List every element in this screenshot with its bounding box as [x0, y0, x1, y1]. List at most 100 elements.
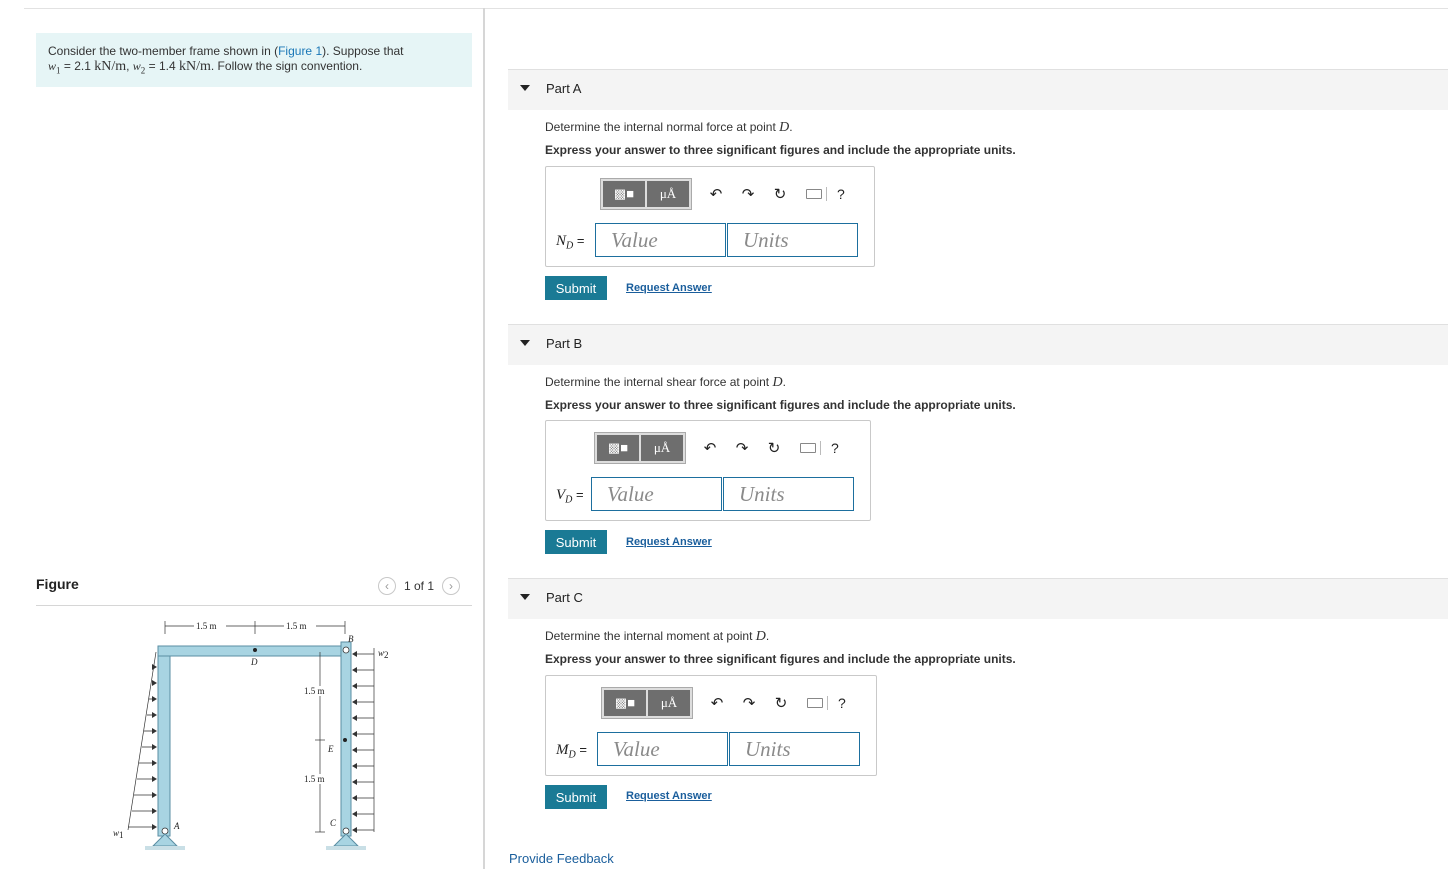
part-c-units-input[interactable]: Units	[729, 732, 860, 766]
help-icon[interactable]: ?	[838, 695, 846, 711]
collapse-triangle-icon[interactable]	[520, 85, 530, 91]
problem-intro: Consider the two-member frame shown in (	[48, 44, 279, 58]
part-b-question-var: D	[772, 375, 783, 390]
separator: ,	[126, 59, 133, 73]
part-c-submit-button[interactable]: Submit	[545, 785, 607, 809]
part-c-toolbar: ▩■ μÅ ↶ ↷ ↻ ?	[601, 687, 846, 719]
part-b-question-end: .	[782, 375, 786, 389]
w2-symbol: w	[132, 59, 141, 73]
reset-icon[interactable]: ↻	[772, 186, 788, 203]
part-a-question: Determine the internal normal force at p…	[545, 120, 793, 136]
toolbar-separator	[827, 696, 828, 710]
part-c-question-text: Determine the internal moment at point	[545, 629, 756, 643]
keyboard-icon[interactable]	[800, 443, 816, 453]
part-b-toolbar: ▩■ μÅ ↶ ↷ ↻ ?	[594, 432, 839, 464]
part-b-answer-box: ▩■ μÅ ↶ ↷ ↻ ? VD = Value Units	[545, 420, 871, 521]
w1-value: = 2.1	[60, 59, 95, 73]
var-subscript: D	[568, 749, 576, 761]
part-c-question-end: .	[765, 629, 770, 643]
provide-feedback-link[interactable]: Provide Feedback	[509, 851, 614, 866]
redo-icon[interactable]: ↷	[740, 186, 756, 203]
toolbar-group: ▩■ μÅ	[594, 432, 686, 464]
redo-icon[interactable]: ↷	[741, 695, 757, 712]
problem-intro-end: ). Suppose that	[322, 44, 404, 58]
units-button-label: μÅ	[660, 695, 678, 710]
units-button-label: μÅ	[653, 440, 671, 455]
undo-icon[interactable]: ↶	[709, 695, 725, 712]
pane-divider[interactable]	[483, 8, 485, 869]
point-e-label: E	[327, 744, 334, 754]
var-symbol: M	[556, 742, 569, 758]
point-c-label: C	[330, 818, 337, 828]
collapse-triangle-icon[interactable]	[520, 594, 530, 600]
part-a-question-end: .	[789, 120, 793, 134]
units-button-label: μÅ	[659, 186, 677, 201]
part-a-question-text: Determine the internal normal force at p…	[545, 120, 780, 134]
part-a-submit-button[interactable]: Submit	[545, 276, 607, 300]
part-a-question-var: D	[779, 120, 790, 135]
keyboard-icon[interactable]	[806, 189, 822, 199]
part-b-header[interactable]: Part B	[508, 324, 1448, 365]
w2-sub-label: 2	[384, 650, 389, 660]
reset-icon[interactable]: ↻	[766, 440, 782, 457]
help-icon[interactable]: ?	[837, 186, 845, 202]
units-icon[interactable]: μÅ	[647, 181, 689, 207]
keyboard-icon[interactable]	[807, 698, 823, 708]
toolbar-separator	[820, 441, 821, 455]
part-c-title: Part C	[546, 590, 583, 605]
top-divider	[24, 8, 1448, 9]
chevron-left-icon[interactable]: ‹	[378, 577, 396, 595]
reset-icon[interactable]: ↻	[773, 695, 789, 712]
help-icon[interactable]: ?	[831, 440, 839, 456]
part-b-submit-button[interactable]: Submit	[545, 530, 607, 554]
templates-icon[interactable]: ▩■	[603, 181, 645, 207]
part-a-answer-box: ▩■ μÅ ↶ ↷ ↻ ? ND = Value Units	[545, 166, 875, 267]
part-c-question: Determine the internal moment at point D…	[545, 629, 769, 645]
part-b-units-input[interactable]: Units	[723, 477, 854, 511]
undo-icon[interactable]: ↶	[708, 186, 724, 203]
problem-statement: Consider the two-member frame shown in (…	[36, 33, 472, 87]
figure-page-count: 1 of 1	[404, 579, 435, 593]
part-c-value-input[interactable]: Value	[597, 732, 728, 766]
chevron-right-icon[interactable]: ›	[442, 577, 461, 595]
collapse-triangle-icon[interactable]	[520, 340, 530, 346]
part-b-title: Part B	[546, 336, 583, 351]
part-b-request-answer-link[interactable]: Request Answer	[626, 536, 712, 548]
part-b-question-text: Determine the internal shear force at po…	[545, 375, 773, 389]
undo-icon[interactable]: ↶	[702, 440, 718, 457]
part-c-header[interactable]: Part C	[508, 578, 1448, 619]
dim-left-label: 1.5 m	[196, 621, 217, 631]
figure-divider	[36, 605, 472, 606]
part-a-instruction: Express your answer to three significant…	[545, 143, 1016, 157]
figure-link[interactable]: Figure 1	[278, 44, 322, 58]
part-a-request-answer-link[interactable]: Request Answer	[626, 282, 712, 294]
toolbar-group: ▩■ μÅ	[601, 687, 693, 719]
redo-icon[interactable]: ↷	[734, 440, 750, 457]
part-b-variable-label: VD =	[556, 487, 584, 506]
part-a-units-input[interactable]: Units	[727, 223, 858, 257]
part-b-question: Determine the internal shear force at po…	[545, 375, 786, 391]
equals-sign: =	[573, 233, 585, 248]
problem-follow: . Follow the sign convention.	[210, 59, 363, 73]
part-c-instruction: Express your answer to three significant…	[545, 652, 1016, 666]
toolbar-group: ▩■ μÅ	[600, 178, 692, 210]
part-c-request-answer-link[interactable]: Request Answer	[626, 790, 712, 802]
units-icon[interactable]: μÅ	[648, 690, 690, 716]
part-c-answer-box: ▩■ μÅ ↶ ↷ ↻ ? MD = Value Units	[545, 675, 877, 776]
templates-icon[interactable]: ▩■	[597, 435, 639, 461]
figure-header: Figure	[36, 576, 79, 592]
part-b-value-input[interactable]: Value	[591, 477, 722, 511]
point-a-label: A	[173, 821, 180, 831]
units-icon[interactable]: μÅ	[641, 435, 683, 461]
part-a-value-input[interactable]: Value	[595, 223, 726, 257]
w1-sub-label: 1	[119, 830, 124, 840]
var-symbol: N	[556, 233, 567, 249]
part-a-header[interactable]: Part A	[508, 69, 1448, 110]
part-c-variable-label: MD =	[556, 742, 587, 761]
equals-sign: =	[575, 742, 587, 757]
w1-unit: kN/m	[94, 59, 127, 74]
part-a-variable-label: ND =	[556, 233, 584, 252]
templates-icon[interactable]: ▩■	[604, 690, 646, 716]
w1-symbol: w	[48, 59, 57, 73]
part-c-question-var: D	[755, 629, 766, 644]
